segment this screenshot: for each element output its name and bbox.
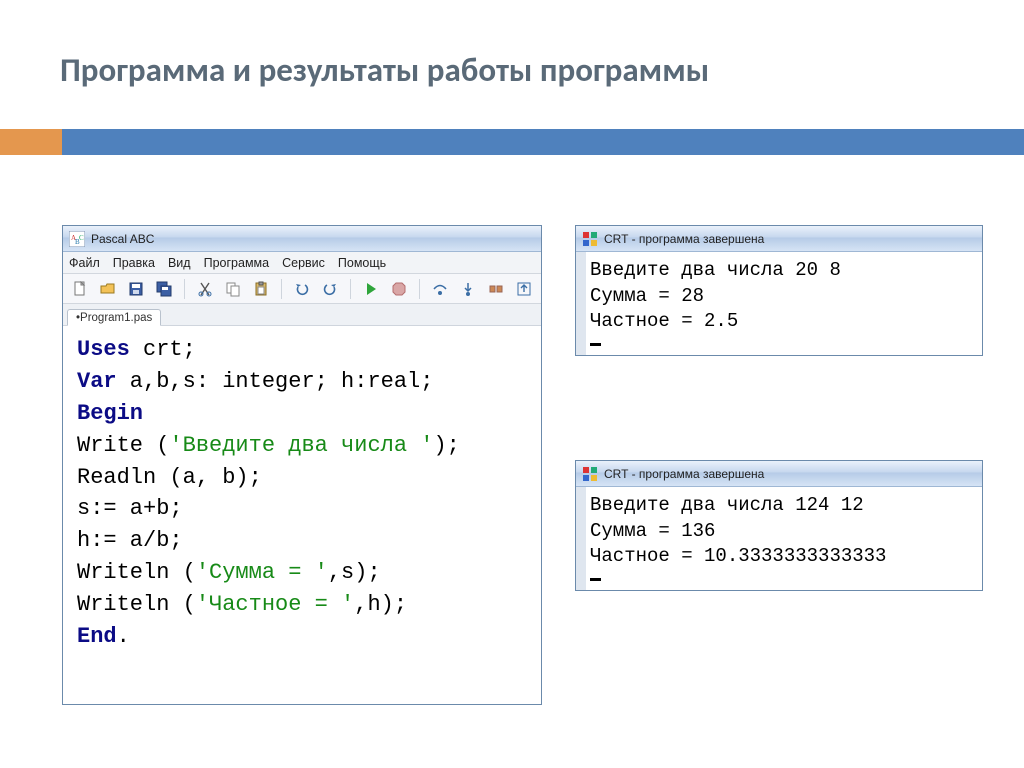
cursor-icon — [590, 578, 601, 581]
menubar: Файл Правка Вид Программа Сервис Помощь — [63, 252, 541, 274]
code-text: Readln (a, b); — [77, 465, 262, 490]
code-text: h:= a/b; — [77, 528, 183, 553]
console-body: Введите два числа 124 12 Сумма = 136 Час… — [576, 487, 982, 590]
cursor-icon — [590, 343, 601, 346]
run-icon[interactable] — [360, 278, 382, 300]
code-text: Writeln ( — [77, 560, 196, 585]
accent-bar-left — [0, 129, 62, 155]
save-icon[interactable] — [125, 278, 147, 300]
kw-begin: Begin — [77, 401, 143, 426]
console-output: Введите два числа 124 12 Сумма = 136 Час… — [590, 493, 980, 570]
code-text: crt; — [130, 337, 196, 362]
breakpoint-icon[interactable] — [485, 278, 507, 300]
page-title: Программа и результаты работы программы — [60, 50, 709, 90]
kw-uses: Uses — [77, 337, 130, 362]
menu-edit[interactable]: Правка — [113, 256, 155, 270]
code-text: ,s); — [328, 560, 381, 585]
code-text: s:= a+b; — [77, 496, 183, 521]
save-all-icon[interactable] — [153, 278, 175, 300]
crt-window-2: CRT - программа завершена Введите два чи… — [575, 460, 983, 591]
pascal-abc-window: ABC Pascal ABC Файл Правка Вид Программа… — [62, 225, 542, 705]
svg-text:C: C — [79, 234, 84, 242]
string-literal: 'Частное = ' — [196, 592, 354, 617]
menu-program[interactable]: Программа — [204, 256, 270, 270]
step-into-icon[interactable] — [457, 278, 479, 300]
titlebar[interactable]: CRT - программа завершена — [576, 461, 982, 487]
string-literal: 'Сумма = ' — [196, 560, 328, 585]
code-text: Write ( — [77, 433, 169, 458]
titlebar[interactable]: CRT - программа завершена — [576, 226, 982, 252]
string-literal: 'Введите два числа ' — [169, 433, 433, 458]
redo-icon[interactable] — [319, 278, 341, 300]
window-title: Pascal ABC — [91, 232, 154, 246]
tab-program1[interactable]: •Program1.pas — [67, 309, 161, 326]
app-icon: ABC — [69, 231, 85, 247]
crt-icon — [582, 466, 598, 482]
cut-icon[interactable] — [194, 278, 216, 300]
accent-bar-right — [62, 129, 1024, 155]
window-title: CRT - программа завершена — [604, 467, 764, 481]
step-out-icon[interactable] — [513, 278, 535, 300]
menu-file[interactable]: Файл — [69, 256, 100, 270]
paste-icon[interactable] — [250, 278, 272, 300]
kw-var: Var — [77, 369, 117, 394]
code-text: a,b,s: integer; h:real; — [117, 369, 434, 394]
stop-icon[interactable] — [388, 278, 410, 300]
undo-icon[interactable] — [291, 278, 313, 300]
toolbar — [63, 274, 541, 304]
step-over-icon[interactable] — [429, 278, 451, 300]
console-output: Введите два числа 20 8 Сумма = 28 Частно… — [590, 258, 980, 335]
crt-icon — [582, 231, 598, 247]
window-title: CRT - программа завершена — [604, 232, 764, 246]
titlebar[interactable]: ABC Pascal ABC — [63, 226, 541, 252]
code-editor[interactable]: Uses crt; Var a,b,s: integer; h:real; Be… — [63, 326, 541, 663]
code-text: ,h); — [354, 592, 407, 617]
console-body: Введите два числа 20 8 Сумма = 28 Частно… — [576, 252, 982, 355]
menu-view[interactable]: Вид — [168, 256, 191, 270]
menu-help[interactable]: Помощь — [338, 256, 386, 270]
menu-service[interactable]: Сервис — [282, 256, 325, 270]
crt-window-1: CRT - программа завершена Введите два чи… — [575, 225, 983, 356]
tab-strip: •Program1.pas — [63, 304, 541, 326]
code-text: Writeln ( — [77, 592, 196, 617]
kw-end: End — [77, 624, 117, 649]
code-text: ); — [433, 433, 459, 458]
open-folder-icon[interactable] — [97, 278, 119, 300]
copy-icon[interactable] — [222, 278, 244, 300]
new-file-icon[interactable] — [69, 278, 91, 300]
